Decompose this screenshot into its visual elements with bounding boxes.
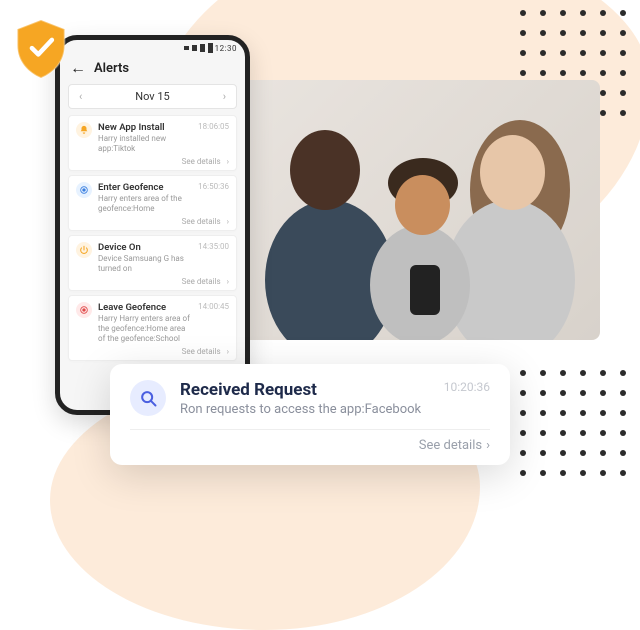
phone-status-bar: 12:30 [60,40,245,56]
alert-desc: Harry installed new app:Tiktok [98,134,192,154]
chevron-left-icon[interactable]: ‹ [79,90,82,103]
see-details-link[interactable]: See details › [76,347,229,356]
popup-title: Received Request [180,380,430,400]
alert-desc: Harry enters area of the geofence:Home [98,194,192,214]
signal-icon [184,43,213,53]
divider [130,429,490,430]
alert-time: 16:50:36 [198,182,229,191]
alert-item[interactable]: Device OnDevice Samsuang G has turned on… [68,235,237,291]
alert-item[interactable]: Enter GeofenceHarry enters area of the g… [68,175,237,231]
phone-mockup: 12:30 ← Alerts ‹ Nov 15 › New App Instal… [55,35,250,415]
see-details-link[interactable]: See details › [76,157,229,166]
alert-title: New App Install [98,122,192,133]
alert-title: Enter Geofence [98,182,192,193]
alert-time: 14:00:45 [198,302,229,311]
chevron-right-icon: › [227,157,229,166]
chevron-right-icon: › [227,217,229,226]
alert-title: Leave Geofence [98,302,192,313]
screen-title: Alerts [94,61,129,76]
see-details-link[interactable]: See details › [76,217,229,226]
status-time: 12:30 [215,44,237,53]
popup-time: 10:20:36 [444,380,490,394]
alert-item[interactable]: New App InstallHarry installed new app:T… [68,115,237,171]
alert-item[interactable]: Leave GeofenceHarry Harry enters area of… [68,295,237,361]
target-icon [76,182,92,198]
request-icon [130,380,166,416]
popup-desc: Ron requests to access the app:Facebook [180,402,430,417]
back-icon[interactable]: ← [70,60,86,76]
bell-icon [76,122,92,138]
chevron-right-icon[interactable]: › [223,90,226,103]
chevron-right-icon: › [227,277,229,286]
alert-desc: Harry Harry enters area of the geofence:… [98,314,192,344]
shield-check-icon [12,18,70,80]
chevron-right-icon: › [227,347,229,356]
see-details-link[interactable]: See details › [76,277,229,286]
power-icon [76,242,92,258]
chevron-right-icon: › [486,438,490,453]
alert-title: Device On [98,242,192,253]
target-icon [76,302,92,318]
family-photo [230,80,600,340]
see-details-link[interactable]: See details› [130,438,490,453]
alert-desc: Device Samsuang G has turned on [98,254,192,274]
dot-grid-bottom-right [520,370,630,480]
date-picker[interactable]: ‹ Nov 15 › [68,84,237,109]
date-label: Nov 15 [135,90,169,103]
alert-time: 14:35:00 [198,242,229,251]
screen-titlebar: ← Alerts [60,56,245,84]
request-popup: Received Request Ron requests to access … [110,364,510,465]
alert-time: 18:06:05 [198,122,229,131]
